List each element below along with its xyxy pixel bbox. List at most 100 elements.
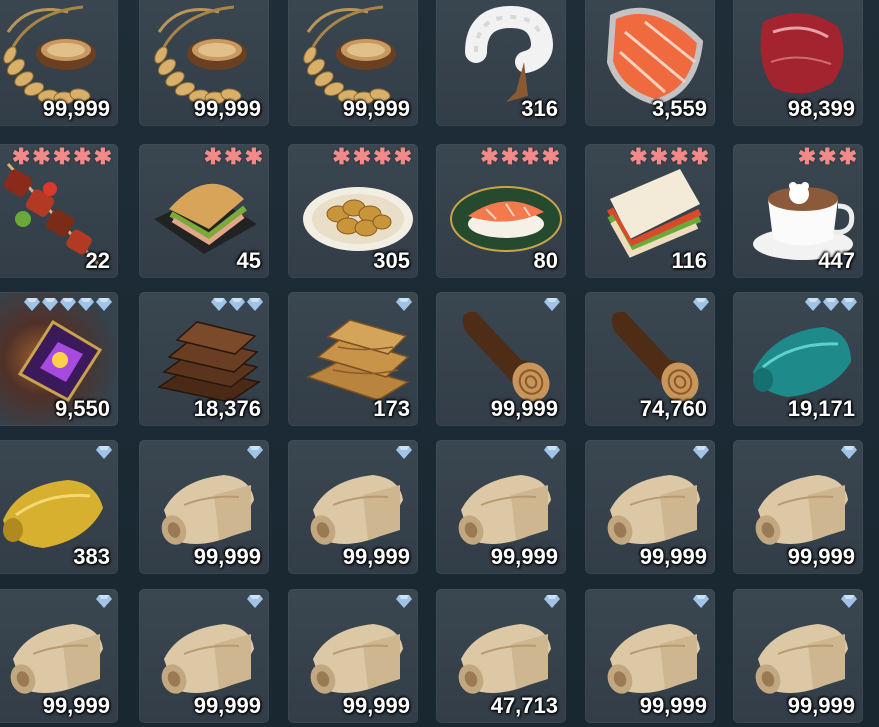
- inventory-slot[interactable]: 99,999: [0, 589, 118, 723]
- rarity-gem-icon: [544, 595, 560, 608]
- item-count: 99,999: [639, 693, 707, 718]
- rarity-indicator: [247, 444, 263, 460]
- inventory-slot[interactable]: 99,999: [139, 0, 269, 126]
- item-count: 173: [373, 396, 410, 421]
- rarity-star-icon: ✱: [393, 144, 412, 169]
- rarity-indicator: [544, 593, 560, 609]
- inventory-slot[interactable]: 316: [436, 0, 566, 126]
- rarity-indicator: ✱ ✱ ✱: [798, 144, 857, 169]
- item-count: 99,999: [787, 544, 855, 569]
- inventory-slot[interactable]: 99,999: [0, 0, 118, 126]
- inventory-slot[interactable]: 98,399: [733, 0, 863, 126]
- rarity-gem-icon: [396, 595, 412, 608]
- rarity-indicator: ✱ ✱ ✱ ✱ ✱: [11, 144, 112, 169]
- rarity-gem-icon: [544, 446, 560, 459]
- rarity-indicator: [693, 593, 709, 609]
- rarity-star-icon: ✱: [52, 144, 72, 169]
- item-count: 383: [73, 544, 110, 569]
- item-count: 447: [818, 248, 855, 273]
- rarity-star-icon: ✱: [32, 144, 51, 169]
- inventory-slot[interactable]: 9,550: [0, 292, 118, 426]
- rarity-indicator: [693, 296, 709, 312]
- rarity-star-icon: ✱: [244, 144, 263, 169]
- inventory-slot[interactable]: ✱ ✱ ✱ ✱ ✱ 22: [0, 144, 118, 278]
- rarity-indicator: [544, 444, 560, 460]
- item-count: 99,999: [342, 96, 410, 121]
- inventory-slot[interactable]: 47,713: [436, 589, 566, 723]
- rarity-indicator: [247, 593, 263, 609]
- rarity-gem-icon: [229, 298, 245, 311]
- item-count: 18,376: [193, 396, 261, 421]
- inventory-slot[interactable]: 99,999: [288, 589, 418, 723]
- inventory-slot[interactable]: 99,999: [288, 440, 418, 574]
- rarity-gem-icon: [396, 298, 412, 311]
- item-count: 99,999: [193, 544, 261, 569]
- rarity-gem-icon: [96, 298, 112, 311]
- inventory-slot[interactable]: 99,999: [436, 292, 566, 426]
- item-count: 99,999: [193, 693, 261, 718]
- rarity-gem-icon: [60, 298, 76, 311]
- item-count: 9,550: [54, 396, 110, 421]
- inventory-slot[interactable]: ✱ ✱ ✱ ✱ 305: [288, 144, 418, 278]
- inventory-slot[interactable]: 99,999: [585, 440, 715, 574]
- rarity-indicator: ✱ ✱ ✱: [204, 144, 263, 169]
- rarity-gem-icon: [96, 446, 112, 459]
- rarity-star-icon: ✱: [838, 144, 857, 169]
- rarity-gem-icon: [247, 298, 263, 311]
- rarity-star-icon: ✱: [521, 144, 540, 169]
- inventory-slot[interactable]: 99,999: [733, 589, 863, 723]
- item-count: 99,999: [787, 693, 855, 718]
- rarity-gem-icon: [823, 298, 839, 311]
- rarity-gem-icon: [544, 298, 560, 311]
- inventory-slot[interactable]: 99,999: [139, 440, 269, 574]
- inventory-slot[interactable]: 99,999: [288, 0, 418, 126]
- rarity-star-icon: ✱: [11, 144, 31, 169]
- item-count: 99,999: [490, 544, 558, 569]
- item-count: 99,999: [193, 96, 261, 121]
- inventory-slot[interactable]: 383: [0, 440, 118, 574]
- item-count: 47,713: [490, 693, 558, 718]
- inventory-slot[interactable]: 99,999: [139, 589, 269, 723]
- rarity-star-icon: ✱: [93, 144, 112, 169]
- rarity-star-icon: ✱: [818, 144, 837, 169]
- rarity-star-icon: ✱: [373, 144, 392, 169]
- inventory-slot[interactable]: 99,999: [733, 440, 863, 574]
- rarity-star-icon: ✱: [73, 144, 92, 169]
- rarity-indicator: [841, 593, 857, 609]
- item-count: 116: [671, 248, 708, 273]
- rarity-gem-icon: [693, 298, 709, 311]
- item-count: 22: [85, 248, 110, 273]
- rarity-star-icon: ✱: [352, 144, 372, 169]
- rarity-indicator: [396, 593, 412, 609]
- rarity-gem-icon: [78, 298, 94, 311]
- rarity-star-icon: ✱: [629, 144, 648, 169]
- rarity-gem-icon: [693, 446, 709, 459]
- rarity-indicator: [396, 296, 412, 312]
- inventory-slot[interactable]: 99,999: [585, 589, 715, 723]
- inventory-slot[interactable]: ✱ ✱ ✱ ✱ 80: [436, 144, 566, 278]
- rarity-indicator: [841, 444, 857, 460]
- inventory-slot[interactable]: 3,559: [585, 0, 715, 126]
- inventory-slot[interactable]: ✱ ✱ ✱ 45: [139, 144, 269, 278]
- rarity-indicator: ✱ ✱ ✱ ✱: [629, 144, 709, 169]
- rarity-indicator: ✱ ✱ ✱ ✱: [480, 144, 560, 169]
- rarity-gem-icon: [247, 446, 263, 459]
- inventory-slot[interactable]: 99,999: [436, 440, 566, 574]
- inventory-slot[interactable]: 173: [288, 292, 418, 426]
- inventory-slot[interactable]: 74,760: [585, 292, 715, 426]
- rarity-star-icon: ✱: [480, 144, 499, 169]
- item-count: 99,999: [342, 544, 410, 569]
- inventory-slot[interactable]: 18,376: [139, 292, 269, 426]
- rarity-indicator: [805, 296, 857, 312]
- inventory-slot[interactable]: ✱ ✱ ✱ ✱ 116: [585, 144, 715, 278]
- rarity-gem-icon: [96, 595, 112, 608]
- item-count: 99,999: [42, 96, 110, 121]
- inventory-slot[interactable]: 19,171: [733, 292, 863, 426]
- inventory-slot[interactable]: ✱ ✱ ✱ 447: [733, 144, 863, 278]
- item-count: 19,171: [787, 396, 855, 421]
- rarity-gem-icon: [841, 446, 857, 459]
- item-count: 3,559: [651, 96, 707, 121]
- rarity-star-icon: ✱: [332, 144, 351, 169]
- item-count: 74,760: [639, 396, 707, 421]
- item-count: 305: [373, 248, 410, 273]
